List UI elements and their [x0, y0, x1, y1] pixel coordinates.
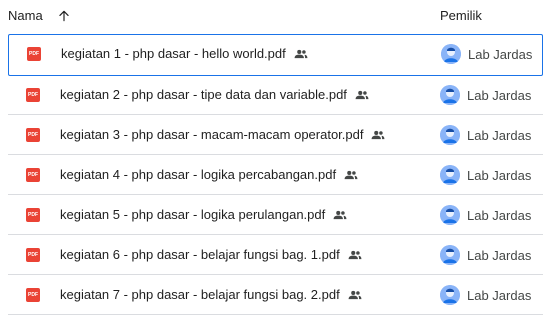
avatar: [440, 125, 460, 145]
owner-column-header[interactable]: Pemilik: [440, 8, 482, 23]
file-name-label: kegiatan 2 - php dasar - tipe data dan v…: [60, 87, 347, 102]
owner-name: Lab Jardas: [467, 247, 532, 263]
name-column-header[interactable]: Nama: [8, 8, 71, 23]
file-name[interactable]: kegiatan 1 - php dasar - hello world.pdf: [61, 46, 308, 61]
shared-people-icon: [348, 290, 362, 299]
avatar: [440, 165, 460, 185]
avatar: [441, 44, 461, 64]
file-name[interactable]: kegiatan 7 - php dasar - belajar fungsi …: [60, 287, 362, 302]
owner-cell: Lab Jardas: [441, 44, 532, 64]
avatar: [440, 85, 460, 105]
file-name-label: kegiatan 1 - php dasar - hello world.pdf: [61, 46, 286, 61]
shared-people-icon: [294, 49, 308, 58]
file-row[interactable]: PDF kegiatan 7 - php dasar - belajar fung…: [8, 275, 543, 315]
arrow-up-icon[interactable]: [57, 9, 71, 23]
pdf-icon: PDF: [26, 168, 40, 182]
file-row[interactable]: PDF kegiatan 1 - php dasar - hello world.…: [8, 34, 543, 76]
file-name[interactable]: kegiatan 4 - php dasar - logika percaban…: [60, 167, 358, 182]
avatar: [440, 285, 460, 305]
file-row[interactable]: PDF kegiatan 4 - php dasar - logika perca…: [8, 155, 543, 195]
file-name-label: kegiatan 3 - php dasar - macam-macam ope…: [60, 127, 364, 142]
avatar: [440, 245, 460, 265]
file-name[interactable]: kegiatan 2 - php dasar - tipe data dan v…: [60, 87, 369, 102]
owner-cell: Lab Jardas: [440, 85, 531, 105]
owner-name: Lab Jardas: [467, 207, 532, 223]
file-row[interactable]: PDF kegiatan 2 - php dasar - tipe data da…: [8, 75, 543, 115]
file-name-label: kegiatan 6 - php dasar - belajar fungsi …: [60, 247, 340, 262]
owner-cell: Lab Jardas: [440, 205, 531, 225]
owner-name: Lab Jardas: [467, 167, 532, 183]
file-name[interactable]: kegiatan 6 - php dasar - belajar fungsi …: [60, 247, 362, 262]
shared-people-icon: [348, 250, 362, 259]
file-name-label: kegiatan 4 - php dasar - logika percaban…: [60, 167, 337, 182]
shared-people-icon: [372, 130, 385, 139]
file-name[interactable]: kegiatan 3 - php dasar - macam-macam ope…: [60, 127, 385, 142]
shared-people-icon: [333, 210, 347, 219]
pdf-icon: PDF: [26, 248, 40, 262]
owner-name: Lab Jardas: [468, 46, 533, 62]
name-column-label: Nama: [8, 8, 43, 23]
owner-cell: Lab Jardas: [440, 165, 531, 185]
pdf-icon: PDF: [26, 208, 40, 222]
file-row[interactable]: PDF kegiatan 6 - php dasar - belajar fung…: [8, 235, 543, 275]
owner-cell: Lab Jardas: [440, 285, 531, 305]
file-list-view: Nama Pemilik PDF kegiatan 1 - php dasar -…: [0, 0, 543, 322]
list-header: Nama Pemilik: [0, 0, 543, 34]
pdf-icon: PDF: [27, 47, 41, 61]
file-rows: PDF kegiatan 1 - php dasar - hello world.…: [8, 34, 543, 315]
owner-name: Lab Jardas: [467, 287, 532, 303]
pdf-icon: PDF: [26, 288, 40, 302]
file-row[interactable]: PDF kegiatan 5 - php dasar - logika perul…: [8, 195, 543, 235]
shared-people-icon: [355, 90, 369, 99]
pdf-icon: PDF: [26, 88, 40, 102]
owner-name: Lab Jardas: [467, 87, 532, 103]
pdf-icon: PDF: [26, 128, 40, 142]
shared-people-icon: [344, 170, 358, 179]
file-name[interactable]: kegiatan 5 - php dasar - logika perulang…: [60, 207, 347, 222]
owner-cell: Lab Jardas: [440, 245, 531, 265]
file-row[interactable]: PDF kegiatan 3 - php dasar - macam-macam …: [8, 115, 543, 155]
file-name-label: kegiatan 7 - php dasar - belajar fungsi …: [60, 287, 340, 302]
avatar: [440, 205, 460, 225]
owner-name: Lab Jardas: [467, 127, 532, 143]
owner-cell: Lab Jardas: [440, 125, 531, 145]
file-name-label: kegiatan 5 - php dasar - logika perulang…: [60, 207, 326, 222]
